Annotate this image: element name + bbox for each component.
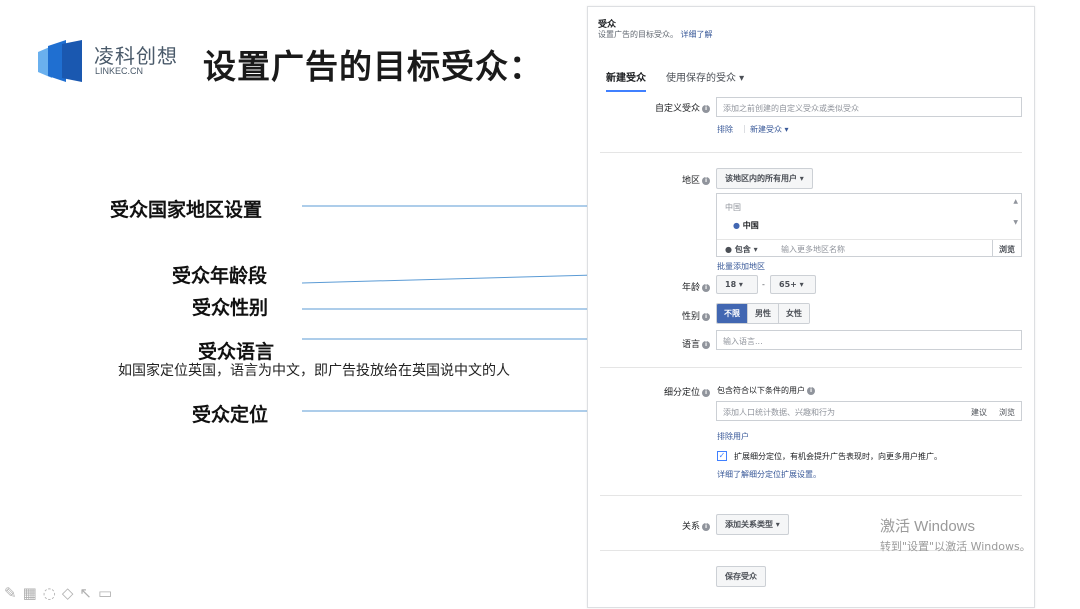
section-divider [600, 152, 1022, 153]
info-icon[interactable]: i [807, 387, 815, 395]
tab-saved-audience[interactable]: 使用保存的受众 ▾ [666, 69, 744, 92]
logo-text-en: LINKEC.CN [95, 66, 144, 76]
slide-title: 设置广告的目标受众： [203, 47, 543, 86]
panel-subtitle: 设置广告的目标受众。 详细了解 [598, 30, 713, 39]
age-min-dropdown[interactable]: 18 ▾ [716, 275, 758, 294]
exclude-link[interactable]: 排除 [717, 124, 733, 135]
location-box: 中国 ● 中国 ▲ ▼ ● 包含 ▾ 输入更多地区名称 浏览 [716, 193, 1022, 257]
age-max-dropdown[interactable]: 65+ ▾ [770, 275, 816, 294]
location-scrollbar[interactable]: ▲ ▼ [1013, 198, 1018, 226]
location-selected-item[interactable]: ● 中国 [733, 220, 759, 231]
pointer-icon[interactable]: ↖ [79, 584, 92, 602]
info-icon[interactable]: i [702, 389, 710, 397]
annotation-targeting: 受众定位 [192, 404, 269, 426]
annotation-region: 受众国家地区设置 [110, 199, 263, 221]
gender-option-all[interactable]: 不限 [717, 304, 748, 323]
bulk-add-locations-link[interactable]: 批量添加地区 [717, 261, 765, 272]
link-separator: | [743, 124, 746, 133]
section-divider [600, 367, 1022, 368]
info-icon[interactable]: i [702, 341, 710, 349]
eraser-icon[interactable]: ◇ [62, 584, 74, 602]
suggestions-button[interactable]: 建议 [971, 407, 987, 418]
custom-audience-input[interactable]: 添加之前创建的自定义受众或类似受众 [716, 97, 1022, 117]
location-country-header: 中国 [725, 203, 741, 212]
info-icon[interactable]: i [702, 105, 710, 113]
grid-icon[interactable]: ▦ [23, 584, 37, 602]
detailed-include-text: 包含符合以下条件的用户 i [717, 385, 815, 396]
gender-option-male[interactable]: 男性 [748, 304, 779, 323]
location-browse-button[interactable]: 浏览 [992, 240, 1021, 257]
lasso-icon[interactable]: ◌ [43, 584, 56, 602]
connections-dropdown[interactable]: 添加关系类型 ▾ [716, 514, 789, 535]
annotation-age: 受众年龄段 [172, 265, 268, 287]
windows-activation-subtitle: 转到"设置"以激活 Windows。 [880, 540, 1031, 553]
detailed-browse-button[interactable]: 浏览 [999, 407, 1015, 418]
connections-label: 关系 i [600, 519, 710, 532]
annotation-language-note: 如国家定位英国，语言为中文，即广告投放给在英国说中文的人 [118, 363, 510, 379]
language-input[interactable]: 输入语言... [716, 330, 1022, 350]
annotation-gender: 受众性别 [192, 297, 269, 319]
location-pin-icon: ● [733, 221, 740, 230]
gender-option-female[interactable]: 女性 [779, 304, 809, 323]
camera-icon[interactable]: ▭ [98, 584, 112, 602]
logo-text-cn: 凌科创想 [94, 44, 178, 68]
audience-tabs: 新建受众 使用保存的受众 ▾ [606, 69, 744, 92]
exclude-people-link[interactable]: 排除用户 [717, 431, 749, 442]
pen-icon[interactable]: ✎ [4, 584, 17, 602]
age-label: 年龄 i [600, 280, 710, 293]
create-audience-link[interactable]: 新建受众 ▾ [750, 124, 789, 135]
detailed-targeting-input[interactable]: 添加人口统计数据、兴趣和行为 建议 浏览 [716, 401, 1022, 421]
info-icon[interactable]: i [702, 284, 710, 292]
language-label: 语言 i [600, 337, 710, 350]
age-dash: - [762, 280, 765, 289]
detailed-targeting-label: 细分定位 i [600, 385, 710, 398]
info-icon[interactable]: i [702, 523, 710, 531]
expansion-learn-more-link[interactable]: 详细了解细分定位扩展设置。 [717, 469, 821, 480]
expansion-checkbox[interactable]: ✓ [717, 451, 727, 461]
custom-audience-label: 自定义受众 i [600, 101, 710, 114]
location-label: 地区 i [600, 173, 710, 186]
tab-new-audience[interactable]: 新建受众 [606, 69, 646, 92]
presentation-toolbar: ✎ ▦ ◌ ◇ ↖ ▭ [4, 584, 112, 602]
info-icon[interactable]: i [702, 177, 710, 185]
include-dropdown[interactable]: ● 包含 ▾ [725, 244, 758, 255]
save-audience-button[interactable]: 保存受众 [716, 566, 766, 587]
gender-selector: 不限 男性 女性 [716, 303, 810, 324]
section-divider [600, 495, 1022, 496]
location-search-input[interactable]: 输入更多地区名称 [781, 244, 845, 255]
info-icon[interactable]: i [702, 313, 710, 321]
gender-label: 性别 i [600, 309, 710, 322]
expansion-text: 扩展细分定位，有机会提升广告表现时，向更多用户推广。 [734, 452, 942, 461]
linkec-logo-icon [38, 40, 82, 82]
location-pin-icon: ● [725, 245, 732, 254]
learn-more-link[interactable]: 详细了解 [681, 30, 713, 39]
location-type-dropdown[interactable]: 该地区内的所有用户 ▾ [716, 168, 813, 189]
windows-activation-title: 激活 Windows [880, 518, 976, 535]
location-search-row: ● 包含 ▾ 输入更多地区名称 浏览 [717, 239, 1021, 257]
